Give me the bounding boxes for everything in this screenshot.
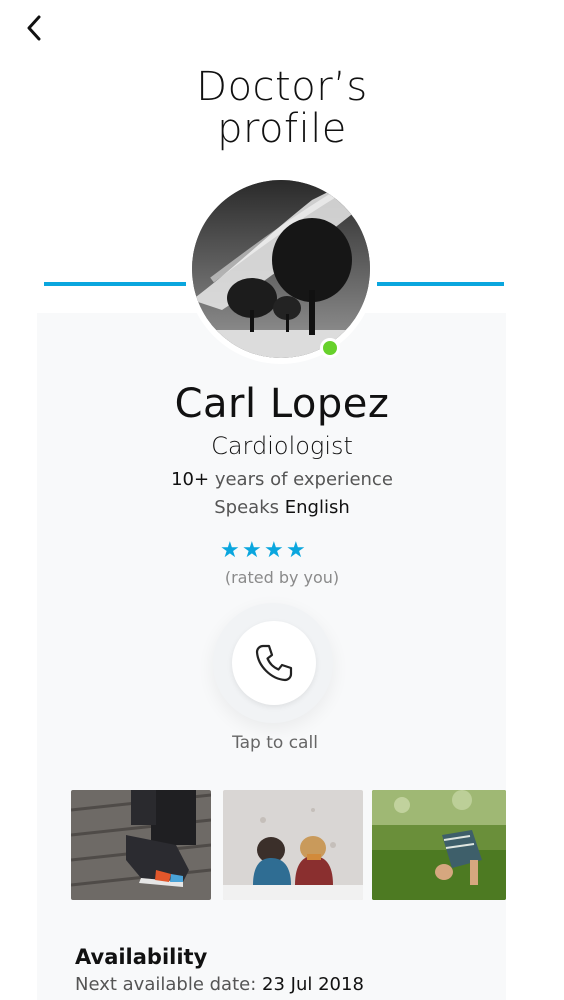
back-button[interactable] bbox=[18, 12, 50, 44]
doctor-profile-screen: Doctor’s profile Carl Lopez Cardiologist… bbox=[0, 0, 564, 1000]
page-title-line1: Doctor’s bbox=[196, 64, 368, 110]
star-icon: ★ bbox=[264, 538, 284, 563]
star-icon: ★ bbox=[242, 538, 262, 563]
photo-sneakers bbox=[71, 790, 211, 900]
languages-label: Speaks bbox=[214, 497, 280, 518]
star-icon: ★ bbox=[286, 538, 306, 563]
call-button[interactable] bbox=[232, 621, 316, 705]
availability-next-label: Next available date: bbox=[75, 974, 257, 995]
star-icon: ★ bbox=[220, 538, 240, 563]
photo-kids-snow bbox=[223, 790, 363, 900]
accent-line-left bbox=[44, 282, 186, 286]
rating-stars[interactable]: ★ ★ ★ ★ bbox=[220, 540, 330, 562]
avatar-photo bbox=[192, 180, 370, 358]
availability-date: Next available date: 23 Jul 2018 bbox=[75, 974, 364, 995]
availability-title: Availability bbox=[75, 945, 208, 969]
phone-icon bbox=[255, 644, 293, 682]
online-status-dot bbox=[320, 338, 340, 358]
doctor-languages: Speaks English bbox=[0, 497, 564, 518]
doctor-experience: 10+ years of experience bbox=[0, 469, 564, 490]
accent-line-right bbox=[377, 282, 504, 286]
rating-note: (rated by you) bbox=[224, 568, 340, 587]
avatar bbox=[192, 180, 370, 358]
languages-value: English bbox=[284, 497, 350, 518]
gallery-photo-1[interactable] bbox=[71, 790, 211, 900]
experience-value: 10+ bbox=[171, 469, 210, 490]
experience-text: years of experience bbox=[214, 469, 393, 490]
availability-next-date: 23 Jul 2018 bbox=[262, 974, 364, 995]
page-title: Doctor’s profile bbox=[0, 66, 564, 150]
doctor-name: Carl Lopez bbox=[174, 381, 390, 427]
back-chevron-icon bbox=[27, 15, 41, 41]
page-title-line2: profile bbox=[217, 106, 347, 152]
photo-child-grass bbox=[372, 790, 506, 900]
doctor-specialty: Cardiologist bbox=[211, 432, 353, 460]
gallery-photo-2[interactable] bbox=[223, 790, 363, 900]
call-label: Tap to call bbox=[232, 733, 318, 753]
gallery-photo-3[interactable] bbox=[372, 790, 506, 900]
